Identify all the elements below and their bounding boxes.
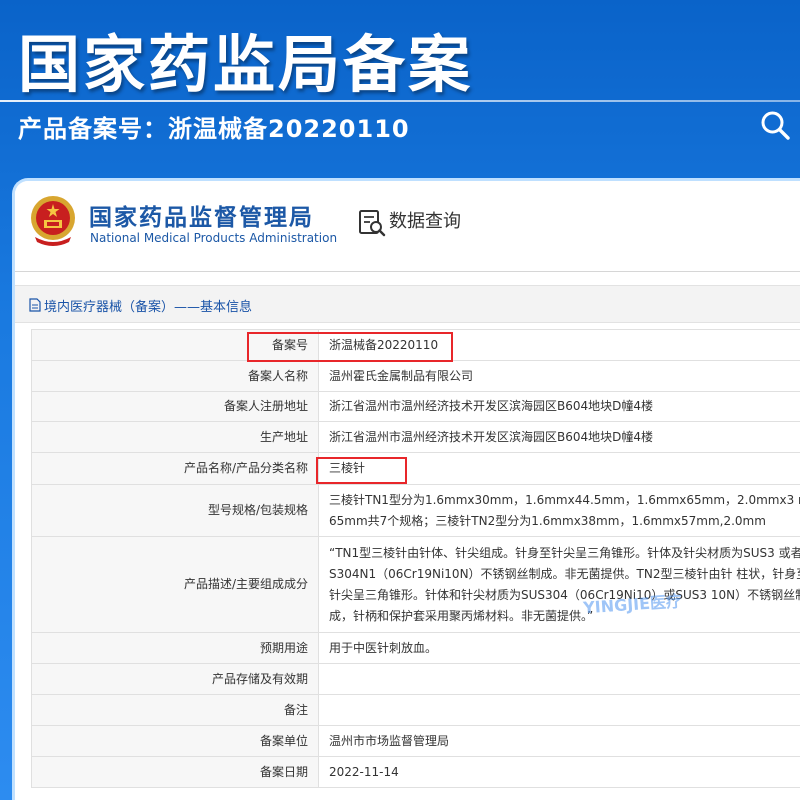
field-label: 型号规格/包装规格	[31, 484, 319, 537]
table-row: 型号规格/包装规格 三棱针TN1型分为1.6mmx30mm，1.6mmx44.5m…	[31, 484, 800, 537]
field-value: 浙温械备20220110	[318, 329, 800, 361]
table-row: 备案人名称 温州霍氏金属制品有限公司	[31, 360, 800, 392]
field-value: 浙江省温州市温州经济技术开发区滨海园区B604地块D幢4楼	[318, 391, 800, 422]
field-label: 备注	[31, 694, 319, 726]
section-header: 境内医疗器械（备案）——基本信息	[15, 285, 800, 323]
data-query-icon[interactable]	[357, 208, 387, 238]
field-value: “TN1型三棱针由针体、针尖组成。针身至针尖呈三角锥形。针体及针尖材质为SUS3…	[318, 536, 800, 633]
table-row: 产品存储及有效期	[31, 663, 800, 695]
banner-title: 国家药监局备案	[18, 28, 474, 101]
banner: 国家药监局备案 产品备案号：浙温械备20220110	[0, 0, 800, 160]
field-value: 三棱针TN1型分为1.6mmx30mm，1.6mmx44.5mm，1.6mmx6…	[318, 484, 800, 537]
field-label: 产品名称/产品分类名称	[31, 452, 319, 485]
field-value	[318, 694, 800, 726]
site-header: 国家药品监督管理局 National Medical Products Admi…	[15, 181, 800, 271]
field-label: 预期用途	[31, 632, 319, 664]
field-value: 三棱针	[318, 452, 800, 485]
table-row: 生产地址 浙江省温州市温州经济技术开发区滨海园区B604地块D幢4楼	[31, 421, 800, 453]
field-value: 2022-11-14	[318, 756, 800, 788]
table-row: 产品描述/主要组成成分 “TN1型三棱针由针体、针尖组成。针身至针尖呈三角锥形。针…	[31, 536, 800, 633]
org-name: 国家药品监督管理局	[89, 205, 314, 231]
field-label: 备案日期	[31, 756, 319, 788]
field-label: 生产地址	[31, 421, 319, 453]
field-label: 产品描述/主要组成成分	[31, 536, 319, 633]
field-label: 备案人名称	[31, 360, 319, 392]
search-icon[interactable]	[760, 110, 790, 140]
table-row: 产品名称/产品分类名称 三棱针	[31, 452, 800, 485]
table-row: 备案人注册地址 浙江省温州市温州经济技术开发区滨海园区B604地块D幢4楼	[31, 391, 800, 422]
table-row: 备案单位 温州市市场监督管理局	[31, 725, 800, 757]
section-title: 境内医疗器械（备案）——基本信息	[44, 300, 253, 315]
screenshot-card: 国家药品监督管理局 National Medical Products Admi…	[12, 178, 800, 800]
record-number-subtitle: 产品备案号：浙温械备20220110	[18, 115, 410, 143]
table-row: 备注	[31, 694, 800, 726]
org-name-en: National Medical Products Administration	[90, 231, 338, 245]
basic-info-table: 备案号 浙温械备20220110 备案人名称 温州霍氏金属制品有限公司 备案人注册地…	[31, 329, 800, 788]
table-row: 预期用途 用于中医针刺放血。	[31, 632, 800, 664]
national-emblem-icon	[31, 196, 75, 246]
field-value	[318, 663, 800, 695]
document-icon	[29, 298, 41, 312]
banner-divider	[0, 100, 800, 102]
field-label: 备案号	[31, 329, 319, 361]
field-value: 温州市市场监督管理局	[318, 725, 800, 757]
field-value: 用于中医针刺放血。	[318, 632, 800, 664]
table-row: 备案日期 2022-11-14	[31, 756, 800, 788]
field-value: 温州霍氏金属制品有限公司	[318, 360, 800, 392]
header-divider	[15, 271, 800, 272]
data-query-link[interactable]: 数据查询	[389, 207, 461, 233]
field-value: 浙江省温州市温州经济技术开发区滨海园区B604地块D幢4楼	[318, 421, 800, 453]
field-label: 备案单位	[31, 725, 319, 757]
table-row: 备案号 浙温械备20220110	[31, 329, 800, 361]
field-label: 产品存储及有效期	[31, 663, 319, 695]
field-label: 备案人注册地址	[31, 391, 319, 422]
